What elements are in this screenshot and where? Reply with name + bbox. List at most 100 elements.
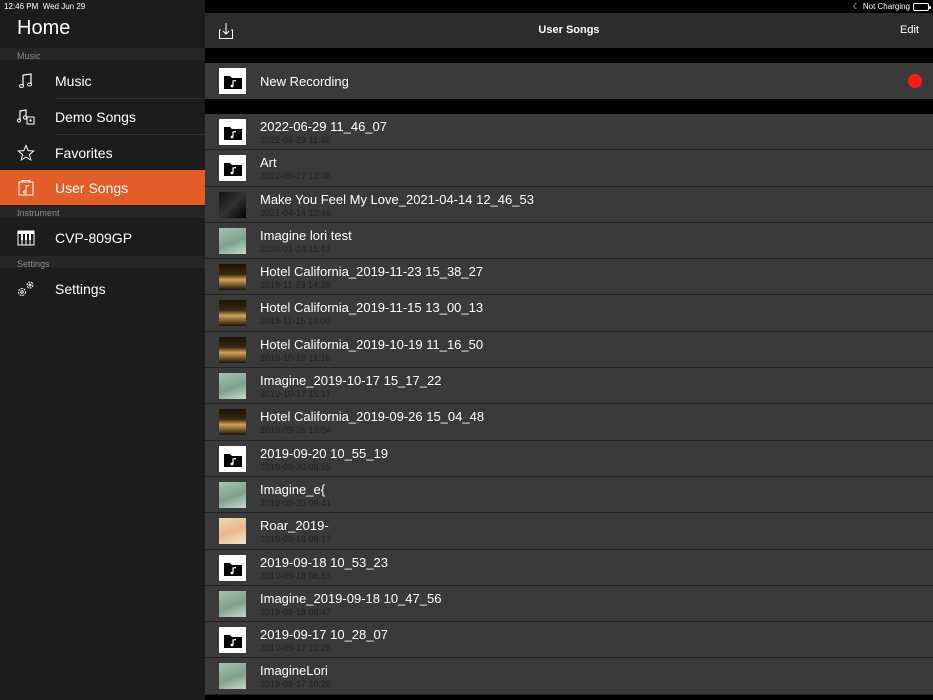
album-art-thumbnail	[219, 590, 246, 617]
song-name: Imagine_2019-09-18 10_47_56	[260, 590, 442, 606]
folder-music-icon	[219, 155, 246, 182]
song-row[interactable]: Imagine_2019-09-18 10_47_56 2019-09-18 08…	[205, 585, 933, 623]
album-art-thumbnail	[219, 191, 246, 218]
song-date: 2019-11-15 14:00	[260, 316, 331, 327]
song-row[interactable]: Make You Feel My Love_2021-04-14 12_46_5…	[205, 186, 933, 223]
sidebar-item-label: Music	[55, 72, 92, 89]
sidebar-item-favorites[interactable]: Favorites	[0, 135, 205, 170]
album-art-thumbnail	[219, 336, 246, 363]
song-date: 2019-09-18 09:17	[260, 534, 332, 545]
sidebar-item-label: Favorites	[55, 144, 113, 161]
sidebar-item-music[interactable]: Music	[0, 63, 205, 98]
song-list: 2022-06-29 11_46_07 2022-06-29 11:46 Art 20…	[205, 114, 933, 695]
folder-music-icon	[219, 627, 246, 654]
sidebar-item-settings[interactable]: Settings	[0, 271, 205, 306]
song-row[interactable]: Hotel California_2019-10-19 11_16_50 2019…	[205, 331, 933, 369]
song-row[interactable]: Art 2022-06-27 13:08	[205, 150, 933, 187]
song-name: Hotel California_2019-11-23 15_38_27	[260, 264, 484, 280]
section-label-instrument: Instrument	[17, 208, 60, 218]
record-dot-icon[interactable]	[908, 74, 922, 88]
song-date: 2022-06-29 11:46	[260, 135, 331, 145]
song-date: 2019-09-18 08:47	[260, 606, 332, 617]
piano-icon	[16, 228, 36, 248]
song-name: Hotel California_2019-11-15 13_00_13	[260, 300, 484, 316]
song-row[interactable]: Hotel California_2019-11-15 13_00_13 2019…	[205, 295, 933, 332]
song-row[interactable]: Imagine_2019-10-17 15_17_22 2019-10-17 15…	[205, 368, 933, 405]
moon-icon: ☾	[852, 2, 860, 11]
album-art-thumbnail	[219, 227, 246, 254]
status-time-date: 12:46 PM Wed Jun 29	[4, 2, 85, 11]
song-date: 2019-10-17 15:17	[260, 389, 332, 400]
star-icon	[16, 143, 36, 163]
sidebar-item-label: Settings	[55, 280, 106, 297]
song-name: 2019-09-18 10_53_23	[260, 554, 388, 570]
song-name: Imagine_e{	[260, 481, 326, 497]
song-row[interactable]: 2019-09-20 10_55_19 2019-09-20 08:55	[205, 440, 933, 477]
song-row[interactable]: Imagine lori test 2020-01-24 11:43	[205, 222, 933, 260]
song-date: 2019-09-20 08:41	[260, 497, 332, 508]
song-name: 2019-09-17 10_28_07	[260, 627, 388, 643]
battery-status-text: Not Charging	[862, 2, 910, 11]
song-date: 2019-09-26 13:04	[260, 425, 332, 436]
song-date: 2019-09-17 10:28	[260, 643, 332, 654]
album-art-thumbnail	[219, 518, 246, 545]
page-title: User Songs	[538, 24, 600, 36]
section-label-settings: Settings	[17, 259, 50, 269]
song-date: 2019-11-23 14:38	[260, 280, 331, 291]
song-row[interactable]: Hotel California_2019-09-26 15_04_48 2019…	[205, 404, 933, 441]
gear-icon	[16, 279, 36, 299]
sidebar-item-label: User Songs	[55, 179, 129, 196]
folder-music-icon	[219, 68, 246, 94]
song-date: 2022-06-27 13:08	[260, 171, 332, 182]
song-row[interactable]: ImagineLori 2019-09-17 10:26	[205, 658, 933, 695]
song-row[interactable]: Imagine_e{2019-09-20 08:41	[205, 476, 933, 514]
section-label-music: Music	[17, 51, 41, 61]
user-songs-icon	[16, 178, 36, 198]
music-note-icon	[16, 71, 36, 91]
edit-button[interactable]: Edit	[900, 24, 919, 36]
song-date: 2019-09-20 08:55	[260, 461, 332, 472]
song-date: 2019-09-18 08:53	[260, 570, 332, 581]
folder-music-icon	[219, 445, 246, 472]
song-date: 2021-04-14 12:46	[260, 207, 332, 218]
folder-music-icon	[219, 119, 246, 145]
song-name: Hotel California_2019-10-19 11_16_50	[260, 336, 484, 352]
sidebar: Home Music Music Demo Songs Favorites Us…	[0, 0, 205, 700]
sidebar-title: Home	[17, 17, 71, 39]
status-right: ☾ Not Charging	[852, 2, 931, 11]
new-recording-row[interactable]: New Recording	[205, 63, 933, 99]
song-name: Art	[260, 155, 277, 171]
main-content: User Songs Edit New Recording 2022-06-29…	[205, 0, 933, 700]
status-bar: 12:46 PM Wed Jun 29 ☾ Not Charging	[0, 0, 933, 13]
album-art-thumbnail	[219, 409, 246, 436]
sidebar-item-cvp-809gp[interactable]: CVP-809GP	[0, 220, 205, 255]
song-name: ImagineLori	[260, 663, 328, 679]
album-art-thumbnail	[219, 373, 246, 400]
song-name: Imagine lori test	[260, 227, 352, 243]
song-name: 2019-09-20 10_55_19	[260, 445, 388, 461]
song-row[interactable]: 2019-09-18 10_53_23 2019-09-18 08:53	[205, 549, 933, 586]
status-date: Wed Jun 29	[42, 2, 86, 11]
battery-icon	[913, 2, 931, 11]
album-art-thumbnail	[219, 264, 246, 291]
status-time: 12:46 PM	[4, 2, 39, 11]
sidebar-item-label: CVP-809GP	[55, 229, 133, 246]
song-name: Roar_2019-	[260, 518, 329, 534]
album-art-thumbnail	[219, 481, 246, 508]
song-row[interactable]: Roar_2019- 2019-09-18 09:17	[205, 513, 933, 550]
song-name: Imagine_2019-10-17 15_17_22	[260, 373, 442, 389]
album-art-thumbnail	[219, 663, 246, 690]
sidebar-item-demo-songs[interactable]: Demo Songs	[0, 99, 205, 134]
song-name: Hotel California_2019-09-26 15_04_48	[260, 409, 485, 425]
folder-music-icon	[219, 554, 246, 581]
song-name: Make You Feel My Love_2021-04-14 12_46_5…	[260, 191, 534, 207]
new-recording-label: New Recording	[260, 73, 349, 89]
song-row[interactable]: 2019-09-17 10_28_07 2019-09-17 10:28	[205, 622, 933, 659]
song-date: 2019-10-19 11:16	[260, 352, 331, 363]
sidebar-item-user-songs[interactable]: User Songs	[0, 170, 205, 205]
song-row[interactable]: 2022-06-29 11_46_07 2022-06-29 11:46	[205, 114, 933, 151]
header: User Songs Edit	[205, 13, 933, 48]
album-art-thumbnail	[219, 300, 246, 327]
song-name: 2022-06-29 11_46_07	[260, 119, 387, 134]
song-row[interactable]: Hotel California_2019-11-23 15_38_27 2019…	[205, 259, 933, 296]
